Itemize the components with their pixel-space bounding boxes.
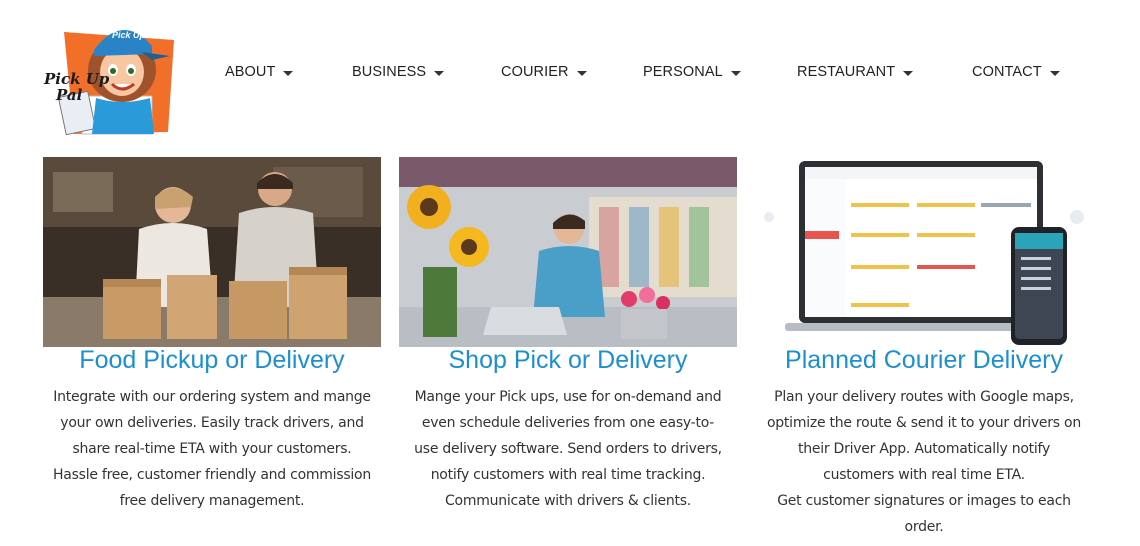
nav-restaurant[interactable]: RESTAURANT (797, 60, 914, 84)
nav-contact[interactable]: CONTACT (972, 60, 1060, 84)
desc-line: Plan your delivery routes with Google ma… (774, 389, 1074, 405)
nav-contact-label: CONTACT (972, 64, 1042, 80)
feature-card-shop: Shop Pick or Delivery Mange your Pick up… (399, 157, 737, 514)
desc-line: Hassle free, customer friendly and commi… (53, 467, 371, 483)
caret-down-icon (730, 70, 741, 76)
nav-business[interactable]: BUSINESS (352, 60, 445, 84)
logo-text-line2: Pal (55, 86, 83, 104)
feature-card-courier: Planned Courier Delivery Plan your deliv… (755, 157, 1093, 540)
card-title: Planned Courier Delivery (785, 346, 1063, 374)
caret-down-icon (903, 70, 914, 76)
desc-line: Communicate with drivers & clients. (445, 493, 691, 509)
nav-restaurant-label: RESTAURANT (797, 64, 896, 80)
main-nav: ABOUT BUSINESS COURIER PERSONAL RESTAURA… (0, 60, 1140, 84)
caret-down-icon (576, 70, 587, 76)
feature-card-food: Food Pickup or Delivery Integrate with o… (43, 157, 381, 514)
desc-line: customers with real time ETA. (823, 467, 1025, 483)
desc-line: your own deliveries. Easily track driver… (60, 415, 364, 431)
logo-cap-text: Pick Up Pal (112, 30, 162, 40)
caret-down-icon (434, 70, 445, 76)
nav-personal-label: PERSONAL (643, 64, 723, 80)
card-title: Food Pickup or Delivery (79, 346, 345, 374)
dashboard-devices-image (755, 157, 1093, 347)
card-description: Integrate with our ordering system and m… (43, 384, 381, 514)
desc-line: Integrate with our ordering system and m… (53, 389, 371, 405)
desc-line: Mange your Pick ups, use for on-demand a… (414, 389, 722, 405)
nav-courier[interactable]: COURIER (501, 60, 587, 84)
nav-about[interactable]: ABOUT (225, 60, 294, 84)
nav-about-label: ABOUT (225, 64, 276, 80)
card-description: Mange your Pick ups, use for on-demand a… (399, 384, 737, 514)
nav-courier-label: COURIER (501, 64, 569, 80)
caret-down-icon (283, 70, 294, 76)
florist-photo (399, 157, 737, 347)
desc-line: share real-time ETA with your customers. (72, 441, 352, 457)
restaurant-staff-photo (43, 157, 381, 347)
desc-line: notify customers with real time tracking… (430, 467, 706, 483)
card-title: Shop Pick or Delivery (448, 346, 688, 374)
desc-line: Get customer signatures or images to eac… (777, 493, 1071, 509)
desc-line: their Driver App. Automatically notify (797, 441, 1051, 457)
nav-business-label: BUSINESS (352, 64, 427, 80)
desc-line: order. (904, 519, 944, 535)
desc-line: use delivery software. Send orders to dr… (414, 441, 722, 457)
desc-line: free delivery management. (119, 493, 305, 509)
caret-down-icon (1049, 70, 1060, 76)
desc-line: optimize the route & send it to your dri… (766, 415, 1081, 431)
desc-line: even schedule deliveries from one easy-t… (421, 415, 715, 431)
nav-personal[interactable]: PERSONAL (643, 60, 741, 84)
card-description: Plan your delivery routes with Google ma… (755, 384, 1093, 540)
